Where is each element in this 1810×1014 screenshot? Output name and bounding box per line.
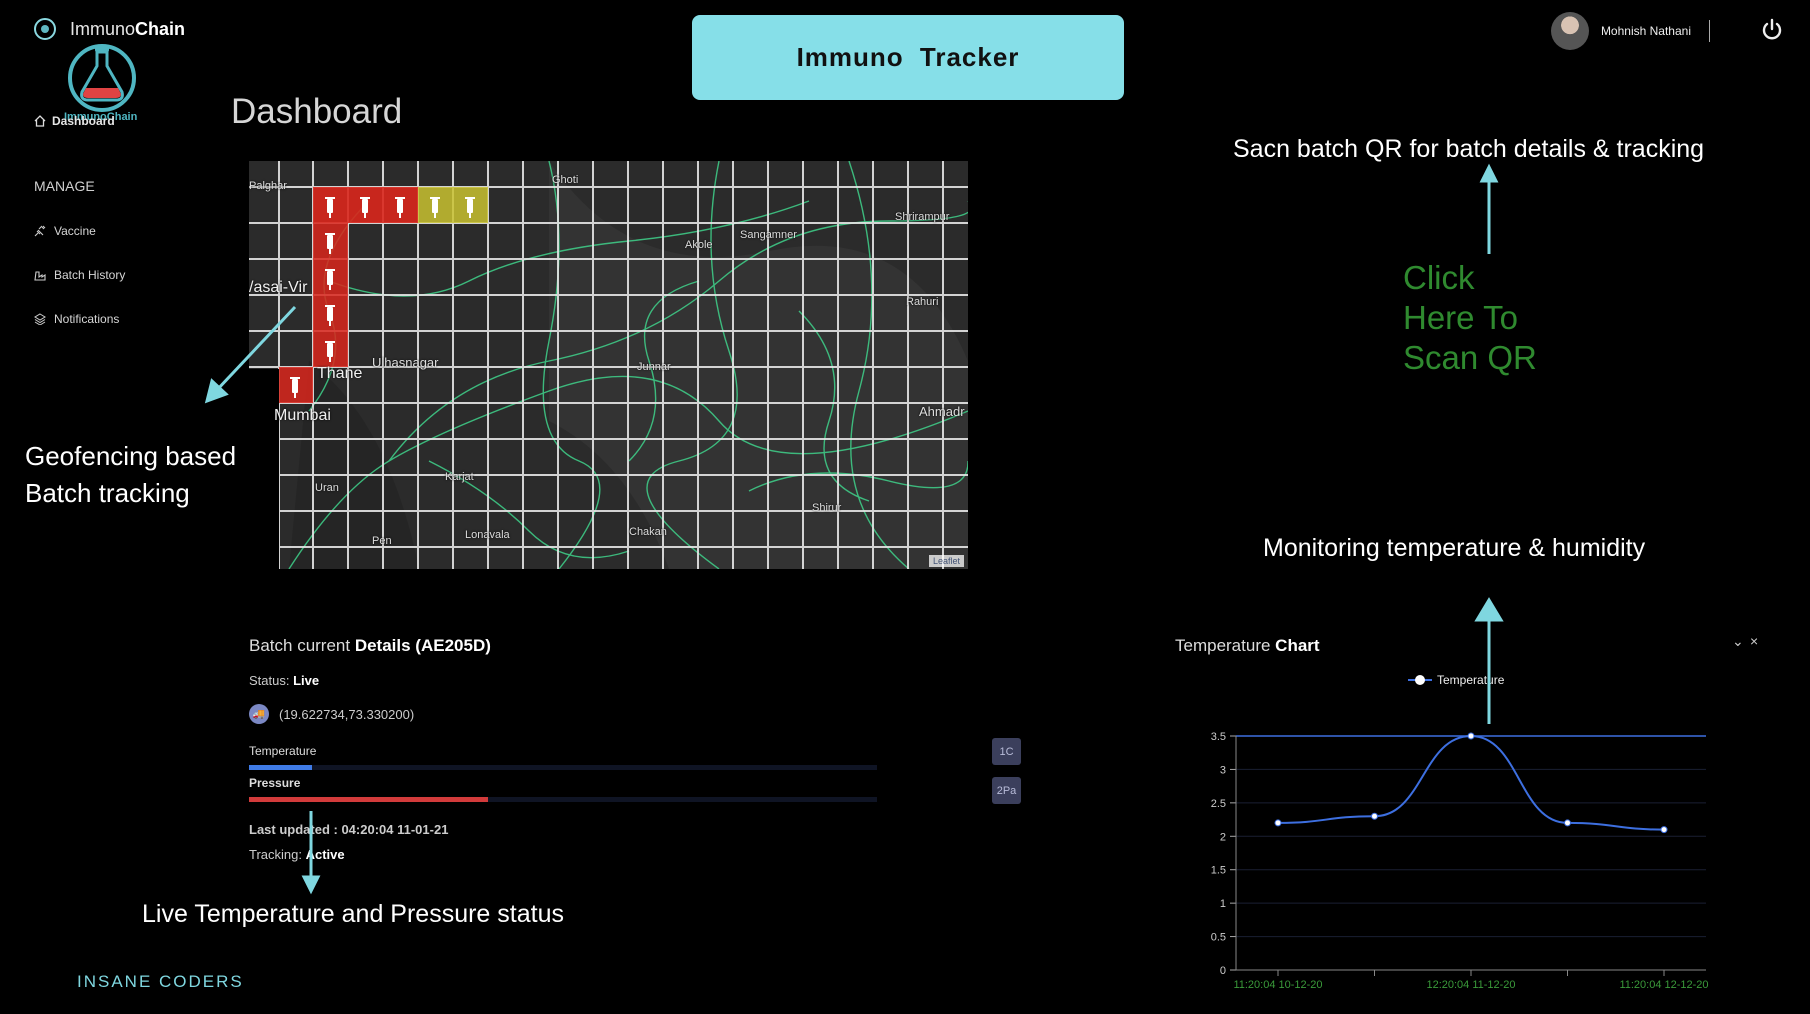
link-line[interactable]: Scan QR xyxy=(1403,338,1537,378)
app-title-banner: Immuno Tracker xyxy=(692,15,1124,100)
link-line[interactable]: Click xyxy=(1403,258,1537,298)
sidebar-item-label: Batch History xyxy=(54,268,126,282)
map-edge xyxy=(249,369,279,569)
app-title: Immuno Tracker xyxy=(796,42,1020,72)
brand[interactable]: ImmunoChain xyxy=(34,18,185,40)
y-tick-label: 3 xyxy=(1220,764,1226,776)
temperature-label: Temperature xyxy=(249,744,317,758)
map-place-label: Uran xyxy=(315,482,339,494)
map-place-label: Ulhasnagar xyxy=(372,355,439,370)
map-place-label: Pen xyxy=(372,535,392,547)
annotation-line: Batch tracking xyxy=(25,478,190,508)
chart-title: Temperature Chart xyxy=(1175,636,1320,655)
data-point xyxy=(1274,819,1282,827)
temperature-chart[interactable]: 0 0.5 1 1.5 2 2.5 3 3.5 11:20:04 10-12-20 12:20:0… xyxy=(1170,660,1710,1000)
truck-icon: 🚚 xyxy=(249,704,269,724)
geofence-map[interactable]: Palghar Ghoti Sangamner Akole Shrirampur… xyxy=(249,161,968,569)
map-attribution[interactable]: Leaflet xyxy=(928,555,964,567)
y-tick-label: 1 xyxy=(1220,898,1226,910)
map-place-label: Karjat xyxy=(445,471,474,483)
brand-logo-icon xyxy=(34,18,56,40)
collapse-icon[interactable]: ⌄ xyxy=(1732,633,1744,650)
footer-team: INSANE CODERS xyxy=(77,972,244,991)
pressure-label: Pressure xyxy=(249,776,301,790)
sidebar-item-label: Vaccine xyxy=(54,224,96,238)
pressure-meter-fill xyxy=(249,797,488,802)
y-tick-label: 3.5 xyxy=(1211,731,1226,743)
scan-qr-link[interactable]: Click Here To Scan QR xyxy=(1403,258,1537,378)
map-place-label: Chakan xyxy=(629,526,667,538)
monitoring-annotation: Monitoring temperature & humidity xyxy=(1263,534,1646,562)
batch-coordinates: (19.622734,73.330200) xyxy=(279,706,415,722)
map-place-label: Lonavala xyxy=(465,529,510,541)
y-tick-label: 1.5 xyxy=(1211,865,1226,877)
batch-location: 🚚 (19.622734,73.330200) xyxy=(249,704,414,724)
last-updated: Last updated : 04:20:04 11-01-21 xyxy=(249,822,449,837)
live-status-annotation: Live Temperature and Pressure status xyxy=(142,900,564,928)
temperature-unit-button[interactable]: 1C xyxy=(992,738,1021,765)
user-name: Mohnish Nathani xyxy=(1600,24,1691,38)
legend-marker xyxy=(1415,675,1425,685)
tracking-status: Tracking: Active xyxy=(249,847,345,862)
map-place-label: Rahuri xyxy=(906,296,939,308)
map-place-label: Ghoti xyxy=(552,174,579,186)
brand-name: ImmunoChain xyxy=(70,18,186,39)
y-tick-label: 0.5 xyxy=(1211,932,1226,944)
map-place-label: Shrirampur xyxy=(895,211,950,223)
temperature-series-line xyxy=(1277,734,1665,831)
annotation-line: Geofencing based xyxy=(25,441,237,471)
user-avatar[interactable] xyxy=(1550,12,1589,50)
sidebar-item-notifications[interactable]: Notifications xyxy=(34,312,119,326)
x-tick-label: 11:20:04 12-12-20 xyxy=(1619,979,1708,991)
data-point xyxy=(1371,812,1378,820)
home-icon xyxy=(34,115,46,127)
y-tick-label: 0 xyxy=(1220,965,1226,977)
batch-details-title: Batch current Details (AE205D) xyxy=(249,636,491,655)
sidebar-item-dashboard[interactable]: Dashboard xyxy=(34,114,115,128)
legend-label: Temperature xyxy=(1437,673,1505,687)
batch-status: Status: Live xyxy=(249,673,320,688)
power-icon[interactable] xyxy=(1760,18,1784,42)
page-title: Dashboard xyxy=(231,92,403,131)
map-place-label: Ahmadr xyxy=(919,404,965,419)
temperature-meter xyxy=(249,765,877,770)
map-place-label: Palghar xyxy=(249,180,287,192)
syringe-icon xyxy=(34,225,46,237)
map-place-label: Mumbai xyxy=(274,407,331,424)
y-tick-label: 2 xyxy=(1220,831,1226,843)
sidebar-item-batch-history[interactable]: Batch History xyxy=(34,268,125,282)
temperature-meter-fill xyxy=(249,765,312,770)
map-place-label: Shirur xyxy=(812,502,842,514)
bell-icon xyxy=(34,313,46,325)
pressure-unit-button[interactable]: 2Pa xyxy=(992,777,1021,804)
flask-logo-icon xyxy=(68,44,136,112)
pressure-meter xyxy=(249,797,877,802)
data-point xyxy=(1467,732,1475,740)
divider xyxy=(1709,20,1710,42)
map-place-label: /asai-Vir xyxy=(249,279,308,296)
sidebar-item-label: Notifications xyxy=(54,312,120,326)
geofence-annotation: Geofencing based Batch tracking xyxy=(25,438,236,512)
close-icon[interactable]: × xyxy=(1750,633,1758,649)
data-point xyxy=(1660,826,1668,834)
sidebar-item-vaccine[interactable]: Vaccine xyxy=(34,224,96,238)
sidebar-item-label: Dashboard xyxy=(52,114,115,128)
scan-qr-annotation: Sacn batch QR for batch details & tracki… xyxy=(1233,135,1705,163)
map-place-label: Akole xyxy=(685,239,713,251)
history-icon xyxy=(34,271,46,281)
data-point xyxy=(1564,819,1571,827)
map-place-label: Junnar xyxy=(637,361,671,373)
map-place-label: Sangamner xyxy=(740,229,797,241)
user-profile[interactable]: Mohnish Nathani xyxy=(1550,12,1710,50)
sidebar-section-label: MANAGE xyxy=(34,178,95,194)
map-place-label: Thane xyxy=(317,365,363,382)
y-tick-label: 2.5 xyxy=(1211,798,1226,810)
x-tick-label: 12:20:04 11-12-20 xyxy=(1426,979,1515,991)
x-tick-label: 11:20:04 10-12-20 xyxy=(1233,979,1322,991)
link-line[interactable]: Here To xyxy=(1403,298,1537,338)
